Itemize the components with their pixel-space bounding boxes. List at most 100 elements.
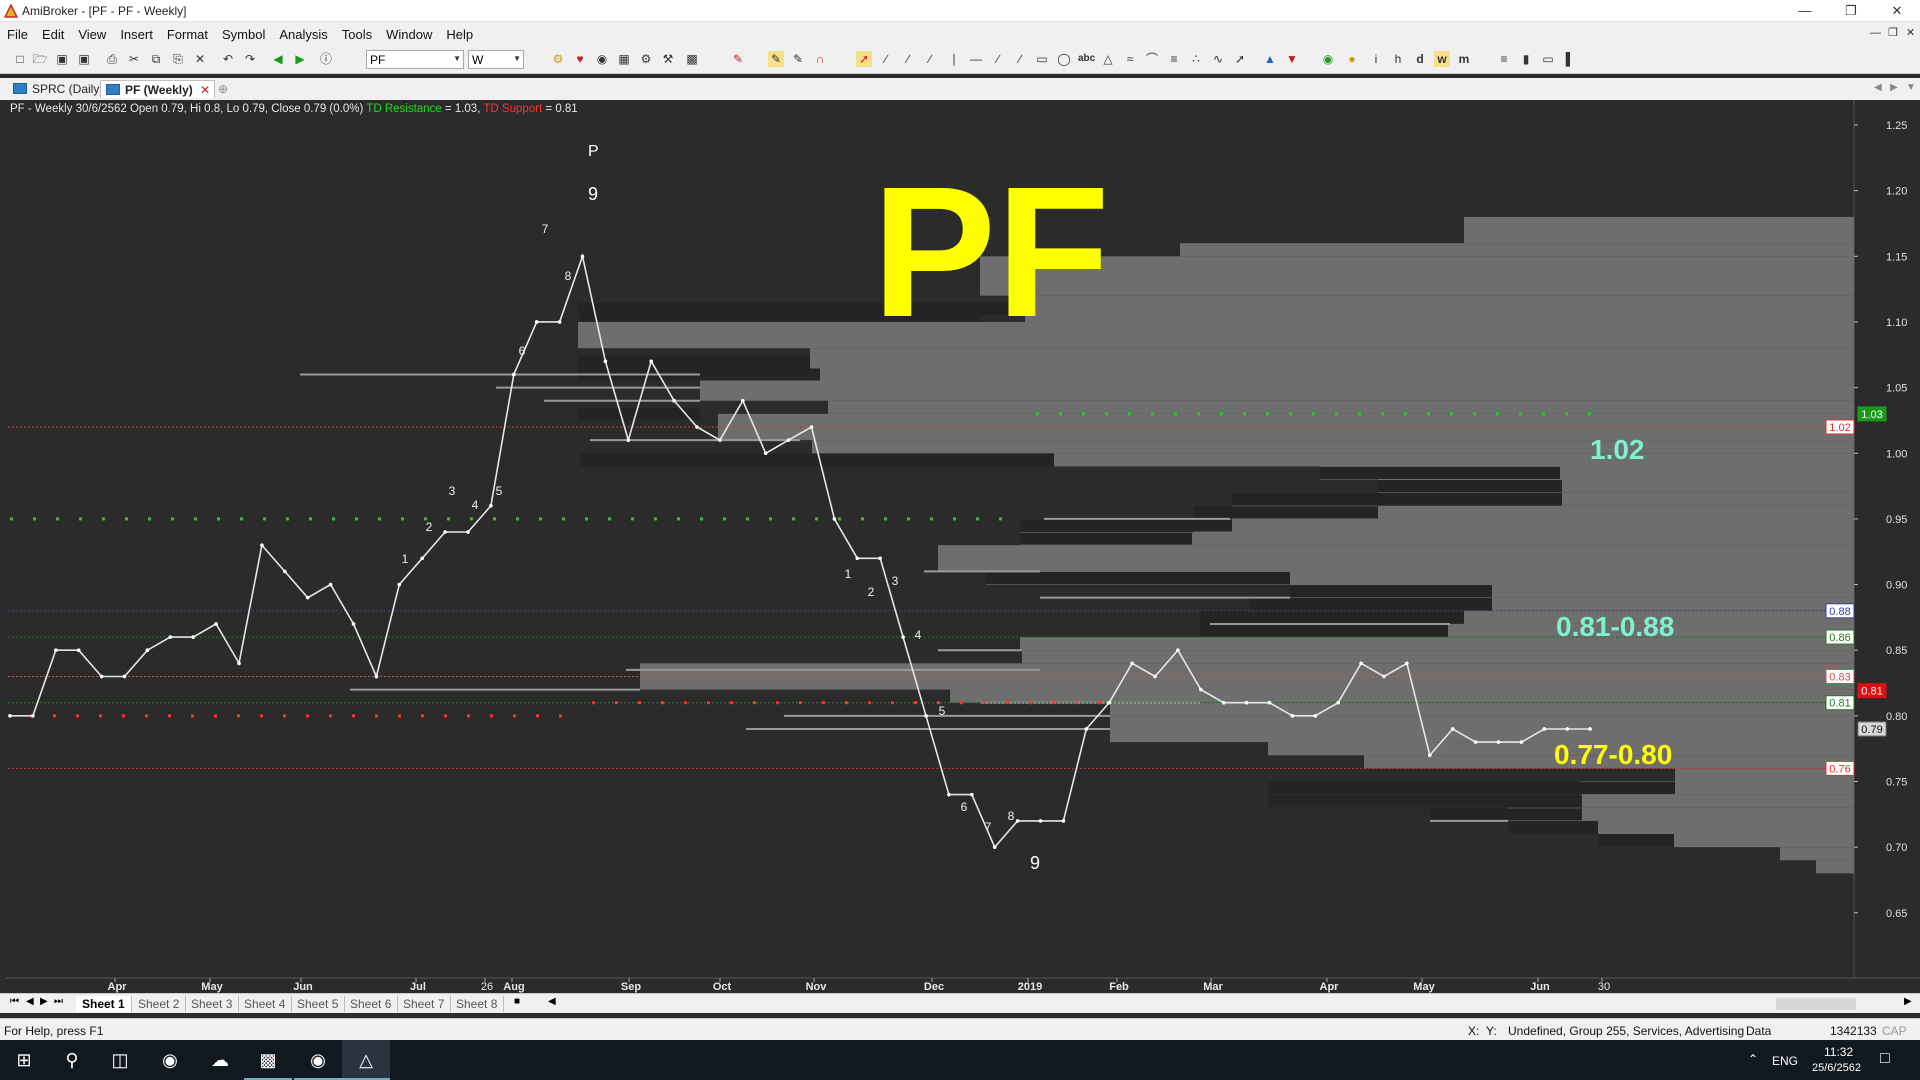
show-hidden-icons-icon[interactable]: ⌃ — [1748, 1052, 1758, 1066]
search-icon[interactable]: ⚲ — [48, 1040, 96, 1080]
chart-pane[interactable]: 1.25 1.20 1.15 1.10 1.05 1.00 0.95 0.90 0.85 0.80… — [0, 100, 1920, 1000]
scan-icon[interactable]: ⚙ — [638, 51, 654, 67]
new-tab-icon[interactable]: ⊕ — [218, 82, 228, 96]
scroll-right-icon[interactable]: ▶ — [1904, 996, 1912, 1007]
chart-window-icon[interactable]: ▩ — [684, 51, 700, 67]
mdi-minimize-button[interactable]: — — [1870, 27, 1881, 39]
menu-format[interactable]: Format — [160, 22, 215, 42]
notifications-icon[interactable]: □ — [1880, 1050, 1890, 1068]
lock-icon[interactable]: ■ — [514, 996, 520, 1007]
start-windows-icon[interactable]: ⊞ — [0, 1040, 48, 1080]
redo-icon[interactable]: ↷ — [242, 51, 258, 67]
heart-icon[interactable]: ♥ — [572, 51, 588, 67]
undo-icon[interactable]: ↶ — [220, 51, 236, 67]
fibonacci-icon[interactable]: ≈ — [1122, 51, 1138, 67]
alert-icon[interactable]: ● — [1344, 51, 1360, 67]
settings-gear-icon[interactable]: ⚙ — [550, 51, 566, 67]
pen-color-icon[interactable]: ✎ — [730, 51, 746, 67]
scroll-left-icon[interactable]: ◀ — [548, 996, 556, 1007]
ohlc-icon[interactable]: ▌ — [1562, 51, 1578, 67]
mdi-close-button[interactable]: ✕ — [1906, 26, 1915, 39]
globe-icon[interactable]: ◉ — [1320, 51, 1336, 67]
gann-icon[interactable]: ≡ — [1166, 51, 1182, 67]
sheet-next-icon[interactable]: ▶ — [40, 996, 48, 1007]
tab-sprc-daily[interactable]: SPRC (Daily) — [8, 80, 107, 98]
vertical-line-icon[interactable]: ∣ — [946, 51, 962, 67]
magnet-icon[interactable]: ∩ — [812, 51, 828, 67]
interval-monthly-icon[interactable]: m — [1456, 51, 1472, 67]
close-button[interactable]: ✕ — [1874, 0, 1920, 22]
arc-icon[interactable]: ⌒ — [1144, 51, 1160, 67]
interval-info-icon[interactable]: i — [1368, 51, 1384, 67]
menu-symbol[interactable]: Symbol — [215, 22, 272, 42]
tab-list-icon[interactable]: ▼ — [1906, 82, 1916, 93]
menu-window[interactable]: Window — [379, 22, 439, 42]
rectangle-icon[interactable]: ▭ — [1034, 51, 1050, 67]
ray-icon[interactable]: ∕ — [900, 51, 916, 67]
open-folder-icon[interactable]: 🗁 — [32, 51, 48, 67]
arrow-tool-icon[interactable]: ➚ — [1232, 51, 1248, 67]
back-icon[interactable]: ◀ — [270, 51, 286, 67]
tools-icon[interactable]: ⚒ — [660, 51, 676, 67]
andrews-pitchfork-icon[interactable]: ∴ — [1188, 51, 1204, 67]
forward-icon[interactable]: ▶ — [292, 51, 308, 67]
paint-app-icon[interactable]: ◉ — [146, 1040, 194, 1080]
interval-combo[interactable]: W ▼ — [468, 50, 524, 69]
sheet-tab-2[interactable]: Sheet 2 — [132, 996, 187, 1012]
menu-analysis[interactable]: Analysis — [272, 22, 334, 42]
chrome-icon[interactable]: ◉ — [294, 1040, 342, 1080]
horizontal-line-icon[interactable]: — — [968, 51, 984, 67]
line-chart-type-icon[interactable]: ≡ — [1496, 51, 1512, 67]
sheet-tab-4[interactable]: Sheet 4 — [238, 996, 293, 1012]
price-chart[interactable]: 1.25 1.20 1.15 1.10 1.05 1.00 0.95 0.90 0.85 0.80… — [0, 100, 1920, 993]
parallel-lines-icon[interactable]: ∕ — [990, 51, 1006, 67]
symbol-combo[interactable]: PF ▼ — [366, 50, 464, 69]
interval-daily-icon[interactable]: d — [1412, 51, 1428, 67]
sheet-tab-7[interactable]: Sheet 7 — [397, 996, 452, 1012]
text-tool-icon[interactable]: abc — [1078, 51, 1095, 67]
layers-icon[interactable]: ▦ — [616, 51, 632, 67]
sell-icon[interactable]: ▼ — [1284, 51, 1300, 67]
copy-icon[interactable]: ⧉ — [148, 51, 164, 67]
menu-file[interactable]: File — [0, 22, 35, 42]
menu-insert[interactable]: Insert — [113, 22, 160, 42]
menu-view[interactable]: View — [71, 22, 113, 42]
interval-hourly-icon[interactable]: h — [1390, 51, 1406, 67]
tab-scroll-right-icon[interactable]: ▶ — [1890, 82, 1898, 93]
close-tab-icon[interactable]: ✕ — [200, 83, 210, 97]
tab-pf-weekly[interactable]: PF (Weekly) ✕ — [100, 80, 216, 98]
sheet-last-icon[interactable]: ⏭ — [54, 996, 63, 1007]
channel-icon[interactable]: ∕ — [1012, 51, 1028, 67]
bar-chart-type-icon[interactable]: ▮ — [1518, 51, 1534, 67]
sheet-first-icon[interactable]: ⏮ — [10, 996, 19, 1007]
zigzag-icon[interactable]: ∿ — [1210, 51, 1226, 67]
horizontal-scrollbar[interactable] — [1776, 998, 1856, 1010]
triangle-icon[interactable]: △ — [1100, 51, 1116, 67]
sheet-tab-5[interactable]: Sheet 5 — [291, 996, 346, 1012]
draw-pencil-icon[interactable]: ✎ — [768, 51, 784, 67]
menu-tools[interactable]: Tools — [335, 22, 379, 42]
tab-scroll-left-icon[interactable]: ◀ — [1874, 82, 1882, 93]
new-file-icon[interactable]: □ — [12, 51, 28, 67]
info-icon[interactable]: ⓘ — [318, 51, 334, 67]
delete-icon[interactable]: ✕ — [192, 51, 208, 67]
select-arrow-icon[interactable]: ➚ — [856, 51, 872, 67]
menu-help[interactable]: Help — [439, 22, 480, 42]
ellipse-icon[interactable]: ◯ — [1056, 51, 1072, 67]
candlestick-icon[interactable]: ▭ — [1540, 51, 1556, 67]
print-icon[interactable]: ⎙ — [104, 51, 120, 67]
amibroker-taskbar-icon[interactable]: △ — [342, 1040, 390, 1080]
language-indicator[interactable]: ENG — [1772, 1054, 1798, 1068]
menu-edit[interactable]: Edit — [35, 22, 71, 42]
minimize-button[interactable]: — — [1782, 0, 1828, 22]
sheet-tab-6[interactable]: Sheet 6 — [344, 996, 399, 1012]
sheet-tab-8[interactable]: Sheet 8 — [450, 996, 505, 1012]
restore-button[interactable]: ❐ — [1828, 0, 1874, 22]
buy-icon[interactable]: ▲ — [1262, 51, 1278, 67]
trendline-icon[interactable]: ∕ — [878, 51, 894, 67]
task-view-icon[interactable]: ◫ — [96, 1040, 144, 1080]
mdi-restore-button[interactable]: ❐ — [1888, 26, 1898, 39]
sheet-prev-icon[interactable]: ◀ — [26, 996, 34, 1007]
binoculars-icon[interactable]: ◉ — [594, 51, 610, 67]
sheet-tab-1[interactable]: Sheet 1 — [76, 996, 132, 1012]
